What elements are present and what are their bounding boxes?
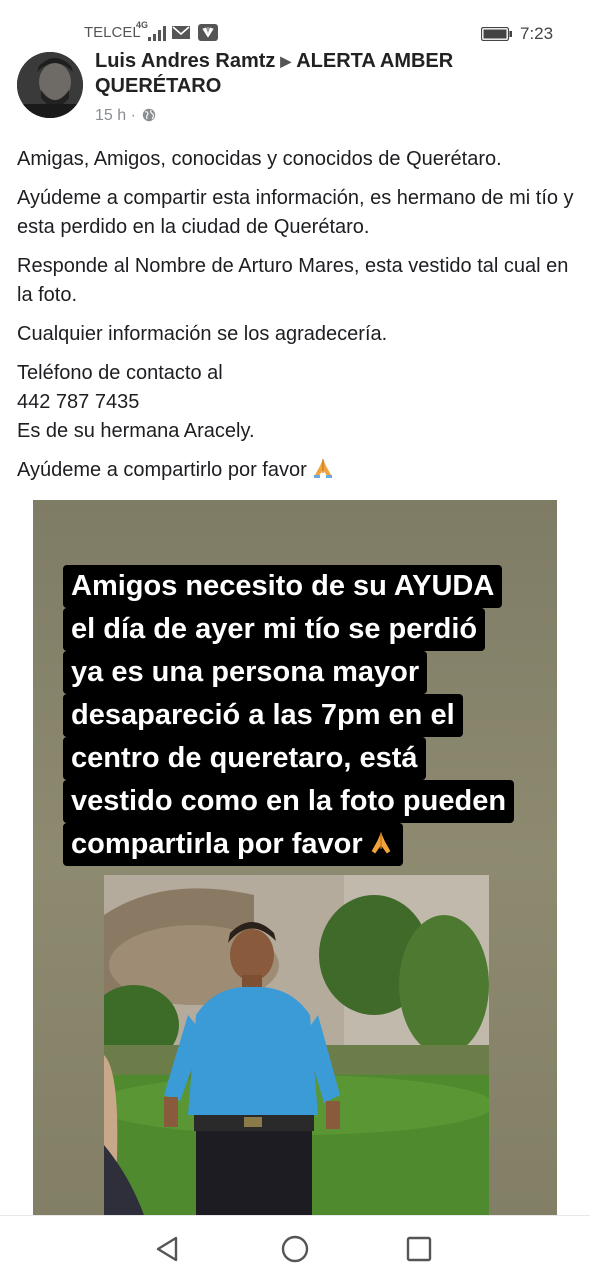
closing-text: Ayúdeme a compartirlo por favor	[17, 459, 307, 481]
caption-last-text: compartirla por favor	[71, 828, 363, 860]
post-body: Amigas, Amigos, conocidas y conocidos de…	[17, 145, 577, 495]
caption-line: vestido como en la foto pueden	[63, 780, 515, 823]
status-bar: TELCEL 4G 7:23	[0, 0, 590, 46]
navigation-bar	[0, 1215, 590, 1281]
caption-line: desapareció a las 7pm en el	[63, 694, 463, 737]
arrow-right-icon: ▶	[280, 53, 292, 69]
battery-icon	[481, 27, 512, 41]
post-time[interactable]: 15 h ·	[95, 107, 136, 124]
back-triangle-icon[interactable]	[152, 1232, 186, 1266]
caption-line: centro de queretaro, está	[63, 737, 426, 780]
caption-line: Amigos necesito de su AYUDA	[63, 565, 503, 608]
signal-icon	[148, 26, 166, 41]
phone-number[interactable]: 442 787 7435	[17, 391, 139, 413]
huawei-app-icon	[198, 24, 218, 41]
folded-hands-emoji-icon	[313, 459, 332, 478]
post-header: Luis Andres Ramtz ▶ ALERTA AMBER QUERÉTARO	[95, 49, 565, 99]
author-name[interactable]: Luis Andres Ramtz	[95, 50, 275, 72]
post-paragraph: Amigas, Amigos, conocidas y conocidos de…	[17, 148, 502, 170]
contact-block: Teléfono de contacto al 442 787 7435 Es …	[17, 359, 577, 446]
post-paragraph: Cualquier información se los agradecería…	[17, 323, 388, 345]
caption-line-last: compartirla por favor	[63, 823, 403, 866]
folded-hands-emoji-icon	[371, 832, 391, 854]
caption-line: el día de ayer mi tío se perdió	[63, 608, 486, 651]
avatar[interactable]	[17, 52, 83, 118]
home-circle-icon[interactable]	[278, 1232, 312, 1266]
post-image[interactable]: Amigos necesito de su AYUDA el día de ay…	[33, 500, 557, 1215]
image-caption: Amigos necesito de su AYUDA el día de ay…	[63, 565, 543, 866]
photo-scene	[104, 875, 489, 1215]
caption-line: ya es una persona mayor	[63, 651, 428, 694]
carrier-name: TELCEL	[84, 24, 141, 41]
globe-icon	[142, 108, 156, 122]
contact-line: Teléfono de contacto al	[17, 362, 223, 384]
post-paragraph: Ayúdeme a compartir esta información, es…	[17, 187, 574, 238]
clock: 7:23	[520, 24, 554, 43]
post-meta: 15 h ·	[95, 107, 156, 125]
mail-icon	[172, 26, 190, 39]
network-type: 4G	[136, 20, 149, 30]
recents-square-icon[interactable]	[402, 1232, 436, 1266]
post-paragraph: Responde al Nombre de Arturo Mares, esta…	[17, 255, 569, 306]
contact-line: Es de su hermana Aracely.	[17, 420, 255, 442]
closing-line: Ayúdeme a compartirlo por favor	[17, 456, 577, 485]
